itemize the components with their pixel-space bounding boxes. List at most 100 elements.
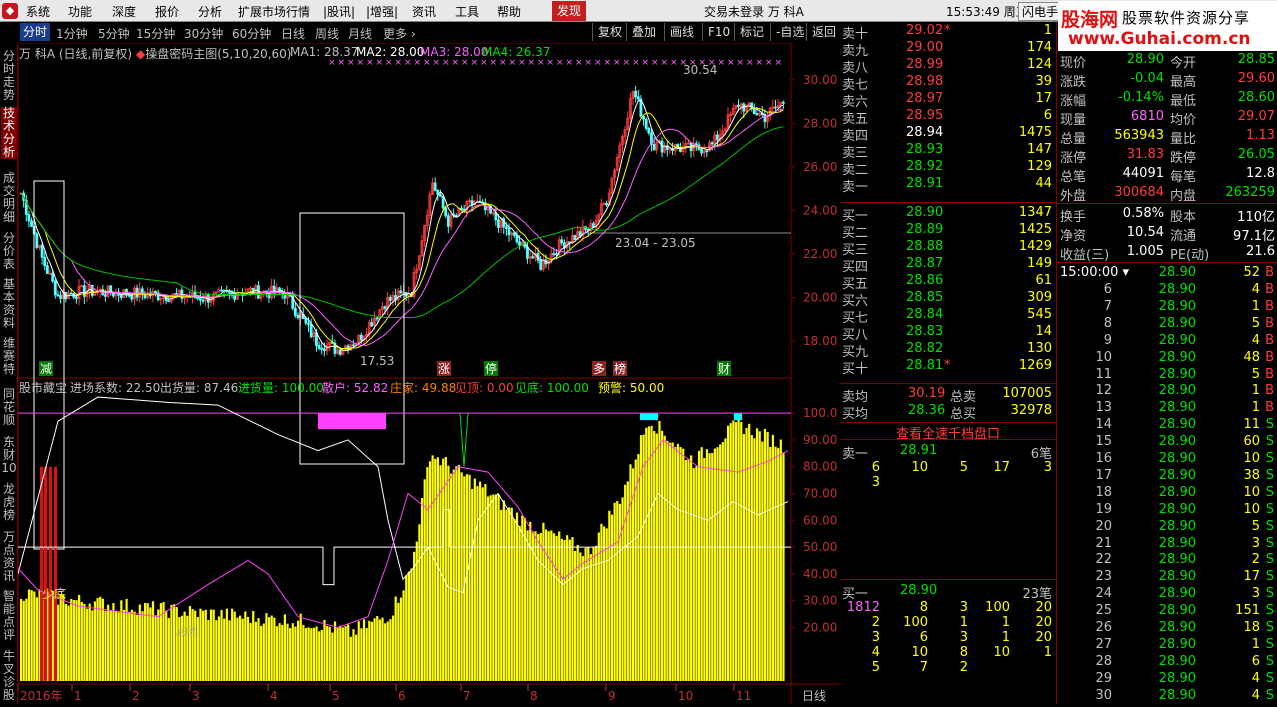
yellow-bar [304,627,308,681]
tick-row-cell: 28.90 [1158,417,1196,433]
yellow-bar [708,453,711,681]
yellow-bar [85,608,89,681]
menu-item[interactable]: 深度 [112,3,136,20]
tick-row-cell: 151 [1235,603,1260,619]
low-label: 17.53 [360,354,394,368]
menu-item[interactable]: 报价 [155,3,179,20]
tick-row-cell: 28.90 [1158,636,1196,652]
x-axis-period-label: 日线 [802,689,826,703]
yellow-bar [771,434,775,681]
toolbar-button[interactable]: 画线 [664,23,699,41]
yellow-bar [505,509,508,681]
yellow-bar [273,617,276,681]
left-tab[interactable]: 东财10 [1,436,17,475]
menu-item[interactable]: 功能 [68,3,92,20]
left-tab[interactable]: 维赛特 [1,337,17,376]
main-chart[interactable]: 30.00 28.00 26.00 24.00 22.00 20.00 18.00 100.0… [17,42,840,704]
app-logo-icon[interactable]: ◆ [2,3,18,19]
candle-body [167,300,171,303]
yellow-bar [434,458,437,681]
menu-item[interactable]: |股讯| [323,3,355,20]
candle-body [198,297,202,301]
yellow-bar [576,544,579,681]
menu-item[interactable]: 帮助 [497,3,521,20]
left-tab[interactable]: 分时走势 [1,50,17,102]
quote-row-cell: 28.60 [1237,90,1275,105]
period-tab[interactable]: 月线 [348,25,372,42]
yellow-bar [128,611,131,681]
yellow-bar [120,600,123,681]
yellow-bar [244,611,247,681]
left-tab[interactable]: 智能点评 [1,590,17,642]
menu-item[interactable]: 发现 [552,1,587,21]
left-tab[interactable]: 万点资讯 [1,531,17,583]
sub-indicator-item: 见底: 100.00 [515,381,589,395]
signal-mark: × [642,58,650,68]
toolbar-button[interactable]: 复权 [592,23,627,41]
period-tab[interactable]: 30分钟 [184,25,223,42]
x-axis-label: 5 [332,689,340,703]
yellow-bar [402,590,405,681]
yellow-bar [510,507,513,681]
yellow-bar [761,441,764,681]
period-tab[interactable]: 更多 › [383,25,416,42]
tick-row-cell: S [1265,535,1274,551]
left-tab[interactable]: 技术分析 [1,107,17,159]
yellow-bar [194,610,197,681]
quote-row-cell: 300684 [1114,185,1164,200]
menu-item[interactable]: 分析 [198,3,222,20]
period-tab[interactable]: 分时 [20,23,51,41]
yellow-bar [122,609,126,681]
yellow-bar [199,608,202,681]
period-tab[interactable]: 15分钟 [136,25,175,42]
toolbar-button[interactable]: 标记 [734,23,769,41]
tick-row-cell: 28 [1095,653,1112,669]
yellow-bar [294,626,297,681]
left-tab[interactable]: 同花顺 [1,388,17,427]
left-tab[interactable]: 分价表 [1,232,17,271]
tick-row-cell: S [1265,518,1274,534]
toolbar-button[interactable]: 叠加 [626,23,661,41]
tick-row-cell: 28.90 [1158,501,1196,517]
candle-body [69,292,73,295]
toolbar-button[interactable]: 返回 [806,23,841,41]
sub-tick-label: 50.00 [803,540,837,554]
period-tab[interactable]: 周线 [315,25,339,42]
period-tab[interactable]: 1分钟 [56,25,88,42]
left-tab[interactable]: 基本资料 [1,278,17,330]
tick-row-cell: S [1265,653,1274,669]
candle-body [127,294,131,297]
tick-row: 14 28.90 11 S [840,417,1277,434]
arrow-icon: ◆ [136,47,146,61]
signal-mark: × [433,58,441,68]
quote2-row-cell: 流通 [1170,229,1197,244]
x-axis-label: 9 [608,689,616,703]
menu-item[interactable]: 扩展市场行情 [238,3,310,20]
period-tab[interactable]: 日线 [281,25,305,42]
chart-canvas[interactable]: 30.00 28.00 26.00 24.00 22.00 20.00 18.00 100.0… [17,42,840,704]
lightning-button[interactable]: 闪电手 [1018,2,1063,21]
menu-item[interactable]: 工具 [455,3,479,20]
menu-item[interactable]: 系统 [26,3,50,20]
menu-item[interactable]: 资讯 [412,3,436,20]
indicator-name[interactable]: ◆操盘密码主图(5,10,20,60) [136,45,292,62]
toolbar-button[interactable]: F10 [702,23,735,41]
yellow-bar [389,619,392,681]
left-tab[interactable]: 成交明细 [1,172,17,224]
candle-body [573,235,577,241]
yellow-bar [779,439,782,681]
tick-row-cell: 19 [1095,501,1112,517]
tick-row-cell: 1 [1251,636,1260,652]
left-tab[interactable]: 龙虎榜 [1,483,17,522]
red-bar [49,466,52,681]
menu-item[interactable]: |增强| [366,3,398,20]
period-tab[interactable]: 60分钟 [232,25,271,42]
yellow-bar [88,603,91,681]
yellow-bar [72,600,75,681]
period-tab[interactable]: 5分钟 [98,25,130,42]
left-tab[interactable]: 牛叉诊股 [1,650,17,702]
yellow-bar [763,428,767,681]
signal-mark: × [518,58,526,68]
toolbar-button[interactable]: -自选 [770,23,809,41]
yellow-bar [138,604,141,681]
